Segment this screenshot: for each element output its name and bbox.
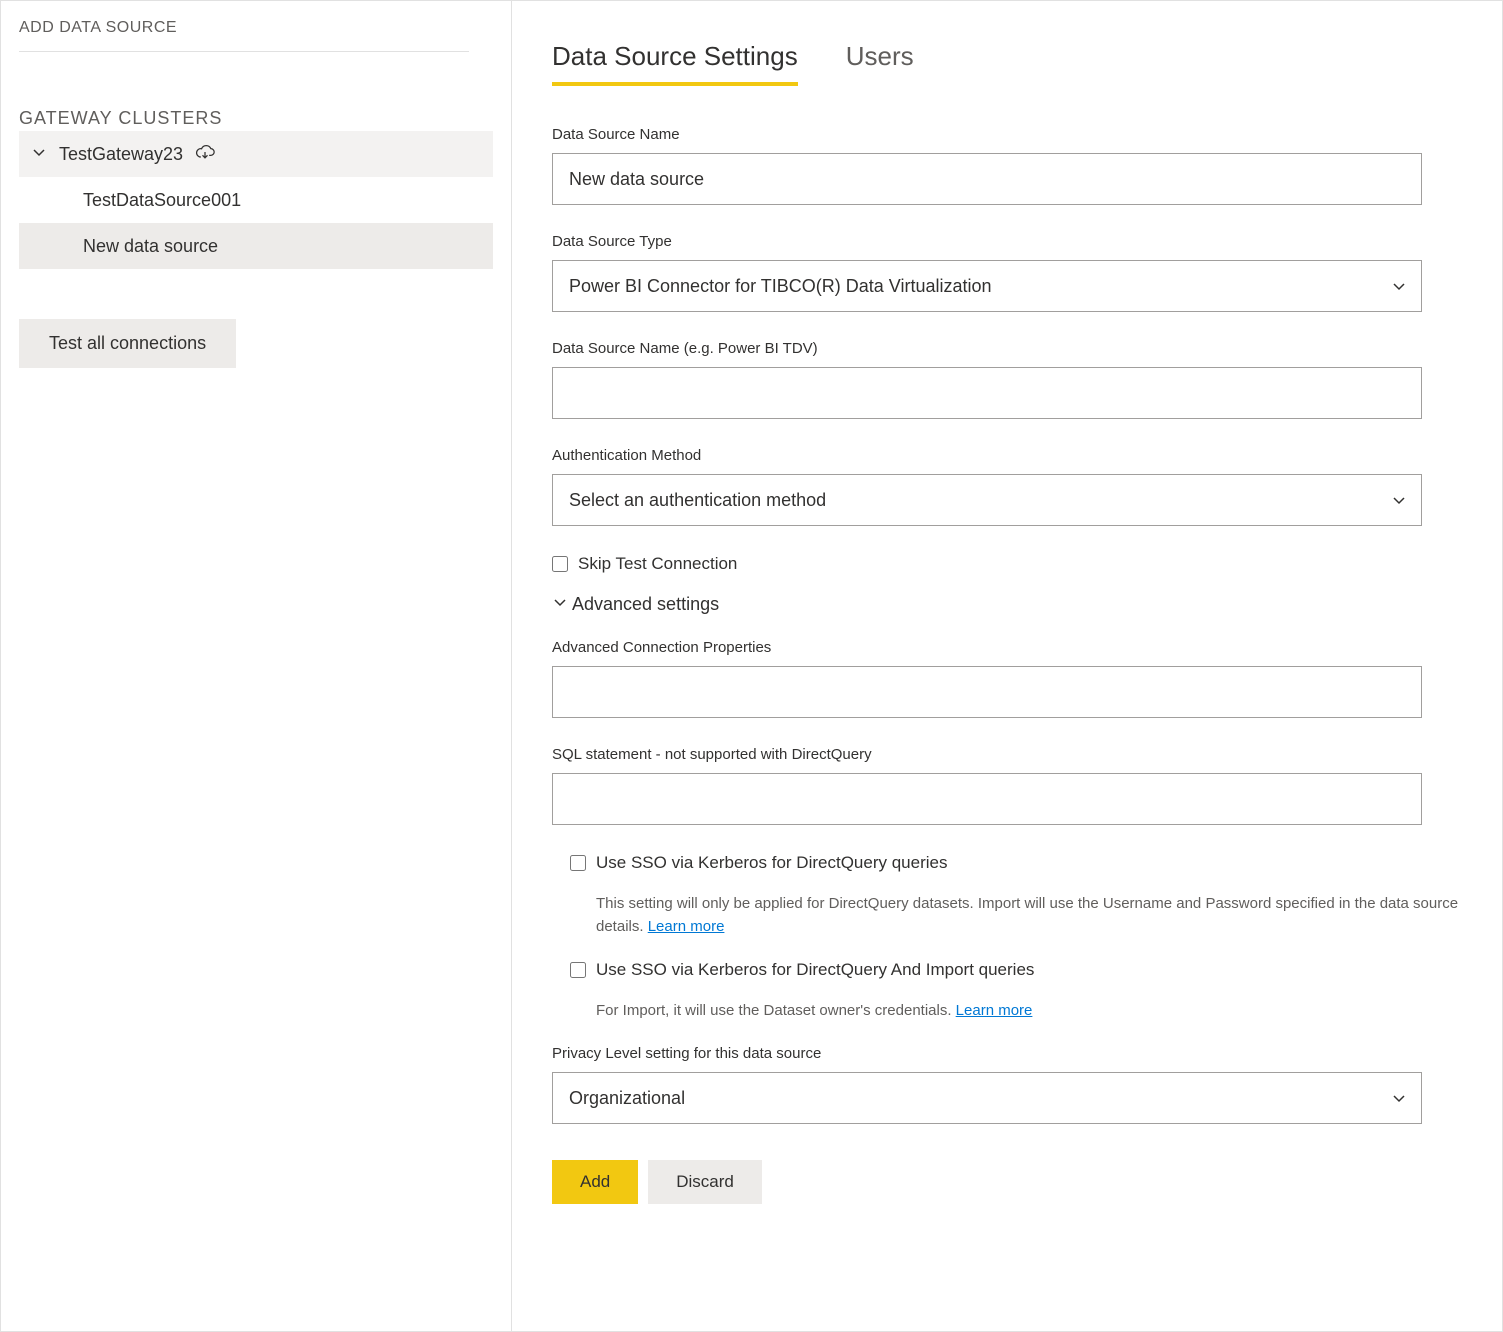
gateway-cluster-row[interactable]: TestGateway23 — [19, 131, 493, 177]
data-source-item[interactable]: New data source — [19, 223, 493, 269]
auth-method-label: Authentication Method — [552, 447, 1462, 464]
sso-directquery-label[interactable]: Use SSO via Kerberos for DirectQuery que… — [596, 853, 947, 873]
sso-directquery-help: This setting will only be applied for Di… — [596, 893, 1462, 938]
tab-users[interactable]: Users — [846, 41, 914, 86]
sso-directquery-checkbox[interactable] — [570, 855, 586, 871]
learn-more-link[interactable]: Learn more — [956, 1002, 1033, 1019]
discard-button[interactable]: Discard — [648, 1160, 762, 1204]
skip-test-label[interactable]: Skip Test Connection — [578, 554, 737, 574]
sidebar-title: ADD DATA SOURCE — [19, 19, 469, 52]
action-buttons: Add Discard — [552, 1160, 1462, 1204]
advanced-settings-toggle[interactable]: Advanced settings — [552, 594, 1462, 615]
tab-bar: Data Source Settings Users — [552, 41, 1462, 86]
sidebar: ADD DATA SOURCE GATEWAY CLUSTERS TestGat… — [1, 1, 512, 1331]
test-all-connections-button[interactable]: Test all connections — [19, 319, 236, 368]
sso-directquery-import-help: For Import, it will use the Dataset owne… — [596, 1000, 1462, 1023]
acp-input[interactable] — [552, 666, 1422, 718]
acp-label: Advanced Connection Properties — [552, 639, 1462, 656]
skip-test-checkbox[interactable] — [552, 556, 568, 572]
data-source-name: TestDataSource001 — [83, 190, 241, 211]
gateway-clusters-heading: GATEWAY CLUSTERS — [19, 108, 493, 129]
chevron-down-icon — [552, 594, 568, 615]
chevron-down-icon — [31, 144, 47, 165]
data-source-type-label: Data Source Type — [552, 233, 1462, 250]
sql-statement-label: SQL statement - not supported with Direc… — [552, 746, 1462, 763]
privacy-level-select[interactable]: Organizational — [552, 1072, 1422, 1124]
advanced-settings-label: Advanced settings — [572, 594, 719, 615]
data-source-name-input[interactable] — [552, 153, 1422, 205]
sso-directquery-import-checkbox[interactable] — [570, 962, 586, 978]
data-source-name-label: Data Source Name — [552, 126, 1462, 143]
data-source-item[interactable]: TestDataSource001 — [19, 177, 493, 223]
auth-method-select[interactable]: Select an authentication method — [552, 474, 1422, 526]
gateway-cluster-name: TestGateway23 — [59, 144, 183, 165]
cloud-status-icon — [195, 142, 215, 167]
main-panel: Data Source Settings Users Data Source N… — [512, 1, 1502, 1331]
data-source-type-select[interactable]: Power BI Connector for TIBCO(R) Data Vir… — [552, 260, 1422, 312]
privacy-level-label: Privacy Level setting for this data sour… — [552, 1045, 1462, 1062]
data-source-name: New data source — [83, 236, 218, 257]
dsn-label: Data Source Name (e.g. Power BI TDV) — [552, 340, 1462, 357]
tab-data-source-settings[interactable]: Data Source Settings — [552, 41, 798, 86]
sso-directquery-import-label[interactable]: Use SSO via Kerberos for DirectQuery And… — [596, 960, 1034, 980]
sql-statement-input[interactable] — [552, 773, 1422, 825]
add-button[interactable]: Add — [552, 1160, 638, 1204]
learn-more-link[interactable]: Learn more — [648, 918, 725, 935]
dsn-input[interactable] — [552, 367, 1422, 419]
